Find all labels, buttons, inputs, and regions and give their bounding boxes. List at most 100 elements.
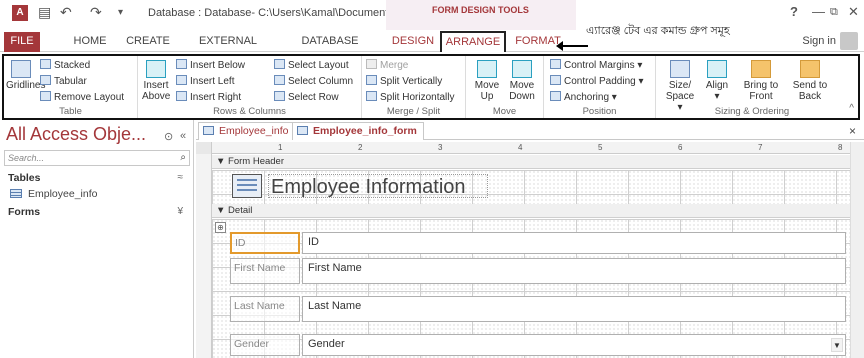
nav-search-placeholder: Search... bbox=[8, 153, 45, 163]
horizontal-ruler[interactable]: 1 2 3 4 5 6 7 8 bbox=[212, 142, 850, 154]
save-icon[interactable]: ▤ bbox=[38, 4, 51, 21]
insert-below-label: Insert Below bbox=[190, 60, 246, 71]
gridlines-button[interactable]: Gridlines bbox=[6, 60, 45, 91]
section-bar-form-header[interactable]: ▼ Form Header bbox=[212, 155, 850, 169]
anchoring-label: Anchoring ▾ bbox=[564, 92, 617, 103]
align-button[interactable]: Align ▾ bbox=[702, 60, 732, 102]
move-up-icon bbox=[477, 60, 497, 78]
nav-item-employee-info[interactable]: Employee_info bbox=[10, 188, 97, 200]
minimize-icon[interactable]: — bbox=[812, 4, 825, 19]
insert-below-button[interactable]: Insert Below bbox=[176, 59, 245, 71]
control-margins-button[interactable]: Control Margins ▾ bbox=[550, 59, 642, 71]
align-icon bbox=[707, 60, 727, 78]
access-app-icon[interactable]: A bbox=[12, 5, 28, 21]
form-header-title[interactable]: Employee Information bbox=[268, 174, 488, 198]
nav-search-input[interactable]: Search... ⌕ bbox=[4, 150, 190, 166]
shutter-bar-icon[interactable]: « bbox=[180, 130, 186, 142]
group-rows-columns: Insert Above Insert Below Insert Left In… bbox=[138, 56, 362, 118]
annotation-arrow bbox=[556, 41, 588, 51]
control-first-name[interactable]: First Name bbox=[302, 258, 846, 284]
doc-tab-employee-info[interactable]: Employee_info bbox=[198, 122, 296, 140]
insert-above-icon bbox=[146, 60, 166, 78]
close-window-icon[interactable]: ✕ bbox=[848, 4, 859, 20]
form-logo-icon[interactable] bbox=[232, 174, 262, 198]
search-icon[interactable]: ⌕ bbox=[180, 152, 186, 163]
anchoring-button[interactable]: Anchoring ▾ bbox=[550, 91, 617, 103]
undo-icon[interactable]: ↶ bbox=[60, 4, 72, 21]
remove-layout-button[interactable]: Remove Layout bbox=[40, 91, 124, 103]
label-gender[interactable]: Gender bbox=[230, 334, 300, 356]
group-sizing-ordering: Size/ Space ▾ Align ▾ Bring to Front Sen… bbox=[656, 56, 848, 118]
nav-menu-icon[interactable]: ⊙ bbox=[164, 130, 173, 143]
merge-button[interactable]: Merge bbox=[366, 59, 408, 71]
tab-file[interactable]: FILE bbox=[4, 32, 40, 52]
label-last-name[interactable]: Last Name bbox=[230, 296, 300, 322]
vertical-ruler[interactable] bbox=[196, 154, 212, 358]
select-layout-button[interactable]: Select Layout bbox=[274, 59, 349, 71]
close-document-icon[interactable]: × bbox=[849, 124, 856, 138]
nav-section-tables[interactable]: Tables bbox=[8, 172, 40, 184]
table-icon bbox=[203, 126, 214, 135]
form-design-tools-label: FORM DESIGN TOOLS bbox=[432, 5, 529, 15]
chevron-down-icon[interactable]: ▼ bbox=[831, 338, 843, 352]
label-id[interactable]: ID bbox=[230, 232, 300, 254]
insert-right-button[interactable]: Insert Right bbox=[176, 91, 241, 103]
ruler-corner[interactable] bbox=[196, 142, 212, 154]
select-layout-icon bbox=[274, 59, 285, 69]
vertical-scrollbar[interactable] bbox=[850, 142, 864, 358]
move-down-label: Move Down bbox=[509, 80, 535, 102]
customize-quick-access-icon[interactable]: ▾ bbox=[118, 7, 123, 18]
collapse-ribbon-icon[interactable]: ^ bbox=[849, 103, 854, 114]
group-rows-columns-label: Rows & Columns bbox=[213, 106, 286, 117]
annotation-text: এ্যারেঞ্জ টেব এর কমান্ড গ্রুপ সমূহ bbox=[586, 22, 730, 41]
table-icon bbox=[10, 189, 22, 198]
remove-layout-label: Remove Layout bbox=[54, 92, 125, 103]
send-to-back-icon bbox=[800, 60, 820, 78]
stacked-label: Stacked bbox=[54, 60, 91, 71]
redo-icon[interactable]: ↷ bbox=[90, 4, 102, 21]
control-id[interactable]: ID bbox=[302, 232, 846, 254]
select-column-button[interactable]: Select Column bbox=[274, 75, 353, 87]
form-header-label: Form Header bbox=[228, 156, 285, 167]
control-padding-button[interactable]: Control Padding ▾ bbox=[550, 75, 644, 87]
move-up-button[interactable]: Move Up bbox=[472, 60, 502, 102]
insert-above-button[interactable]: Insert Above bbox=[142, 60, 170, 102]
bring-to-front-button[interactable]: Bring to Front bbox=[738, 60, 784, 102]
split-vertically-button[interactable]: Split Vertically bbox=[366, 75, 442, 87]
control-last-name[interactable]: Last Name bbox=[302, 296, 846, 322]
tab-create[interactable]: CREATE bbox=[122, 32, 174, 52]
tab-database-tools[interactable]: DATABASE TOOLS bbox=[282, 32, 378, 65]
restore-icon[interactable]: ⧉ bbox=[830, 6, 838, 19]
label-first-name[interactable]: First Name bbox=[230, 258, 300, 284]
insert-right-icon bbox=[176, 91, 187, 101]
expand-forms-icon[interactable]: ¥ bbox=[177, 206, 183, 217]
select-row-button[interactable]: Select Row bbox=[274, 91, 339, 103]
tab-arrange[interactable]: ARRANGE bbox=[440, 31, 506, 52]
tab-design[interactable]: DESIGN bbox=[388, 32, 438, 52]
tab-home[interactable]: HOME bbox=[68, 32, 112, 52]
control-margins-icon bbox=[550, 59, 561, 69]
doc-tab-employee-info-form[interactable]: Employee_info_form bbox=[292, 122, 424, 140]
help-icon[interactable]: ? bbox=[790, 4, 798, 19]
stacked-button[interactable]: Stacked bbox=[40, 59, 90, 71]
sign-in-link[interactable]: Sign in bbox=[802, 35, 836, 47]
nav-pane-title[interactable]: All Access Obje... bbox=[6, 124, 146, 145]
move-down-button[interactable]: Move Down bbox=[506, 60, 538, 102]
split-horizontally-button[interactable]: Split Horizontally bbox=[366, 91, 454, 103]
tabular-button[interactable]: Tabular bbox=[40, 75, 87, 87]
tab-external-data[interactable]: EXTERNAL DATA bbox=[184, 32, 272, 65]
insert-left-button[interactable]: Insert Left bbox=[176, 75, 234, 87]
avatar[interactable] bbox=[840, 32, 858, 50]
layout-move-handle-icon[interactable]: ⊕ bbox=[215, 222, 226, 233]
nav-section-forms[interactable]: Forms bbox=[8, 206, 40, 218]
section-bar-detail[interactable]: ▼ Detail bbox=[212, 204, 850, 218]
doc-tab-label: Employee_info bbox=[219, 125, 289, 137]
navigation-pane: All Access Obje... ⊙ « Search... ⌕ Table… bbox=[0, 120, 194, 358]
control-gender[interactable]: Gender ▼ bbox=[302, 334, 846, 356]
send-to-back-button[interactable]: Send to Back bbox=[788, 60, 832, 102]
gender-control-label: Gender bbox=[308, 338, 345, 350]
ruler-number: 8 bbox=[838, 143, 843, 152]
stacked-icon bbox=[40, 59, 51, 69]
collapse-tables-icon[interactable]: ≈ bbox=[178, 172, 184, 183]
ruler-number: 6 bbox=[678, 143, 683, 152]
